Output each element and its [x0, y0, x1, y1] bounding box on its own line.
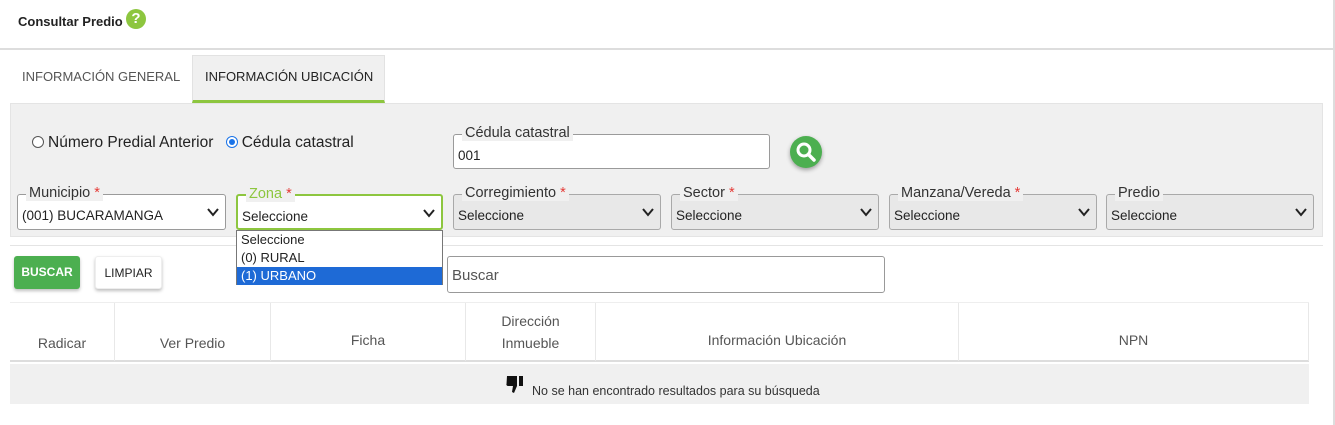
municipio-value: (001) BUCARAMANGA [22, 208, 164, 223]
manzana-vereda-label: Manzana/Vereda * [898, 185, 1024, 201]
thumbs-down-icon [506, 376, 523, 393]
page-header: Consultar Predio ? [0, 0, 1335, 50]
zona-label: Zona * [246, 186, 295, 202]
radio-numero-predial-anterior[interactable] [32, 136, 44, 148]
chevron-down-icon [207, 208, 219, 217]
tab-informacion-ubicacion[interactable]: INFORMACIÓN UBICACIÓN [192, 55, 385, 103]
corregimiento-select[interactable]: Corregimiento * Seleccione [453, 185, 661, 230]
buscar-button[interactable]: BUSCAR [14, 256, 80, 289]
municipio-select[interactable]: Municipio * (001) BUCARAMANGA [17, 185, 226, 230]
chevron-down-icon [1078, 208, 1090, 217]
cedula-catastral-label: Cédula catastral [462, 125, 573, 141]
radio-label-numero-predial: Número Predial Anterior [48, 134, 214, 151]
zona-option-urbano[interactable]: (1) URBANO [237, 267, 442, 285]
column-header-npn[interactable]: NPN [959, 303, 1309, 361]
predio-value: Seleccione [1111, 208, 1178, 223]
table-search-input[interactable]: Buscar [447, 256, 885, 293]
search-button[interactable] [790, 136, 822, 168]
chevron-down-icon [1295, 208, 1307, 217]
manzana-vereda-select[interactable]: Manzana/Vereda * Seleccione [889, 185, 1097, 230]
manzana-vereda-value: Seleccione [894, 208, 961, 223]
column-header-radicar[interactable]: Radicar [10, 303, 115, 361]
municipio-label: Municipio * [26, 185, 103, 201]
column-header-direccion-inmueble[interactable]: Dirección Inmueble [466, 303, 596, 361]
question-circle-icon[interactable]: ? [126, 9, 146, 29]
table-header: Radicar Ver Predio Ficha Dirección Inmueb… [10, 302, 1309, 362]
cedula-catastral-value: 001 [458, 148, 481, 163]
zona-select[interactable]: Zona * Seleccione [236, 186, 443, 230]
search-mode-radios: Número Predial Anterior Cédula catastral [32, 134, 362, 152]
chevron-down-icon [642, 208, 654, 217]
column-header-ver-predio[interactable]: Ver Predio [115, 303, 271, 361]
column-header-informacion-ubicacion[interactable]: Información Ubicación [596, 303, 959, 361]
corregimiento-label: Corregimiento * [462, 185, 569, 201]
sector-select[interactable]: Sector * Seleccione [671, 185, 879, 230]
page-title: Consultar Predio [18, 14, 123, 29]
zona-option-rural[interactable]: (0) RURAL [237, 249, 442, 267]
sector-label: Sector * [680, 185, 738, 201]
predio-select[interactable]: Predio Seleccione [1106, 185, 1314, 230]
magnifier-icon [796, 142, 816, 162]
tab-informacion-general[interactable]: INFORMACIÓN GENERAL [10, 55, 192, 103]
zona-option-seleccione[interactable]: Seleccione [237, 231, 442, 249]
limpiar-button[interactable]: LIMPIAR [95, 256, 162, 289]
column-header-ficha[interactable]: Ficha [271, 303, 466, 361]
sector-value: Seleccione [676, 208, 743, 223]
zona-dropdown-list: Seleccione (0) RURAL (1) URBANO [236, 230, 443, 285]
empty-results-row: No se han encontrado resultados para su … [10, 364, 1309, 404]
radio-label-cedula: Cédula catastral [241, 134, 354, 151]
corregimiento-value: Seleccione [458, 208, 525, 223]
chevron-down-icon [423, 209, 435, 218]
panel-divider [10, 245, 1323, 246]
radio-cedula-catastral[interactable] [225, 136, 238, 148]
predio-label: Predio [1115, 185, 1163, 201]
results-table: Radicar Ver Predio Ficha Dirección Inmueb… [10, 302, 1309, 412]
chevron-down-icon [860, 208, 872, 217]
empty-message: No se han encontrado resultados para su … [532, 384, 820, 398]
cedula-catastral-field[interactable]: Cédula catastral 001 [453, 125, 770, 169]
zona-value: Seleccione [242, 209, 309, 224]
